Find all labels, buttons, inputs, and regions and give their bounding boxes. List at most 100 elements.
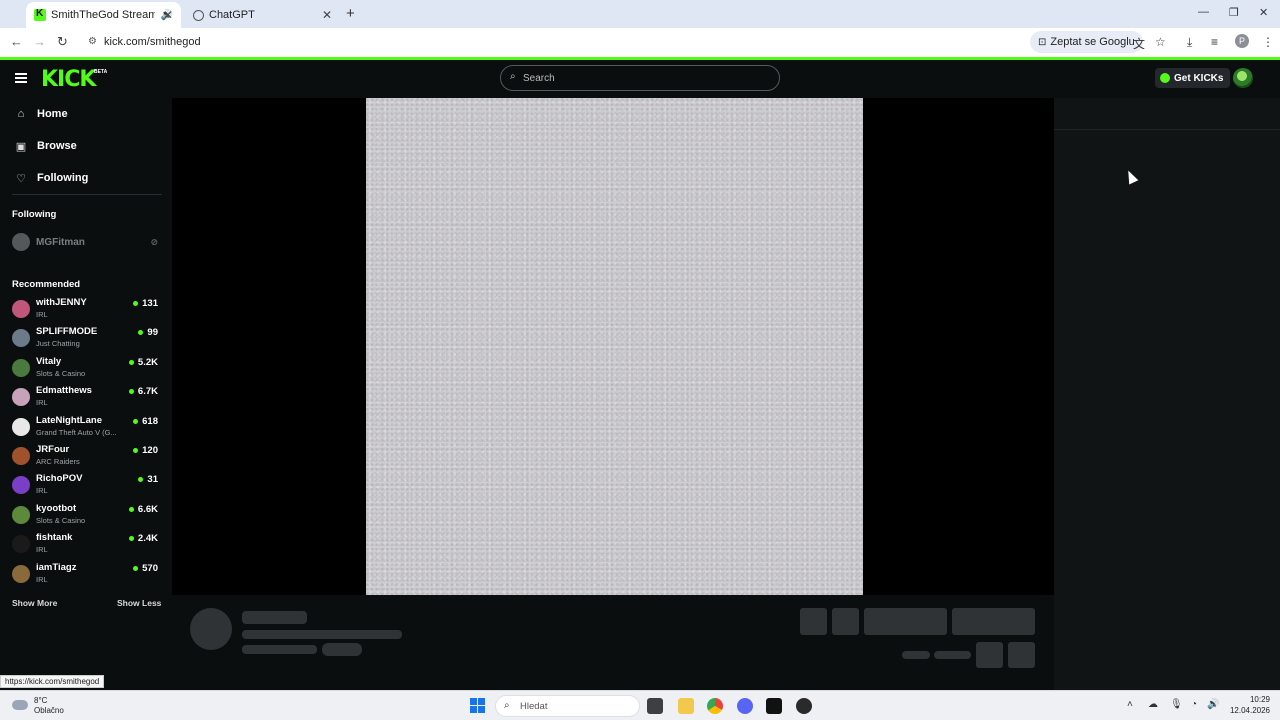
chat-header	[1054, 98, 1280, 130]
recommended-channel[interactable]: iamTiagz IRL 570	[12, 562, 160, 588]
ask-google-button[interactable]: ⊡ Zeptat se Googlu	[1030, 31, 1143, 53]
main-content	[170, 98, 1280, 690]
channel-category: Slots & Casino	[36, 368, 86, 378]
kicks-coin-icon	[1160, 73, 1170, 83]
kick-logo[interactable]: KICK	[41, 67, 96, 92]
status-url-tooltip: https://kick.com/smithegod	[0, 675, 105, 688]
live-dot-icon	[128, 359, 134, 365]
tab-kick-stream[interactable]: SmithTheGod Stream - Watc 🔊 ✕	[26, 2, 181, 28]
skeleton-button	[800, 608, 827, 635]
chrome-icon[interactable]	[707, 698, 723, 714]
forward-icon[interactable]: →	[33, 34, 46, 49]
recommended-channel[interactable]: Edmatthews IRL 6.7K	[12, 385, 160, 411]
channel-name: fishtank	[36, 532, 73, 544]
back-icon[interactable]: ←	[10, 34, 23, 49]
recommended-channel[interactable]: LateNightLane Grand Theft Auto V (G... 618	[12, 415, 160, 441]
followed-channel[interactable]: MGFitman ⊘	[12, 233, 162, 251]
sidebar-item-home[interactable]: ⌂ Home	[14, 104, 68, 124]
wifi-icon[interactable]: ◔	[1191, 699, 1197, 710]
close-tab-icon[interactable]: ✕	[163, 8, 173, 22]
channel-category: IRL	[36, 398, 48, 408]
recommended-channel[interactable]: JRFour ARC Raiders 120	[12, 444, 160, 470]
viewer-count: 131	[133, 298, 158, 309]
profile-avatar[interactable]: P	[1235, 34, 1249, 48]
channel-name: LateNightLane	[36, 414, 102, 426]
channel-name: JRFour	[36, 444, 70, 455]
channel-category: IRL	[36, 574, 48, 584]
viewer-count-value: 99	[147, 327, 158, 339]
media-control-icon[interactable]: ≡	[1211, 35, 1218, 49]
reload-icon[interactable]: ↻	[57, 34, 68, 50]
live-dot-icon	[133, 565, 139, 571]
taskbar-search[interactable]: ⌕ Hledat	[495, 695, 640, 717]
channel-name: iamTiagz	[36, 561, 77, 573]
task-view-icon[interactable]	[647, 698, 663, 714]
file-explorer-icon[interactable]	[678, 698, 694, 714]
get-kicks-button[interactable]: Get KICKs	[1155, 68, 1231, 88]
channel-category: IRL	[36, 310, 48, 319]
recommended-channel[interactable]: kyootbot Slots & Casino 6.6K	[12, 503, 160, 529]
video-frame[interactable]	[366, 98, 863, 595]
network-app-icon[interactable]: ☁	[1148, 699, 1158, 710]
site-info-icon[interactable]: ⚙	[88, 36, 97, 47]
kick-favicon-icon	[34, 8, 46, 21]
weather-desc: Oblačno	[34, 706, 64, 715]
hamburger-menu-icon[interactable]	[15, 73, 27, 83]
avatar	[12, 417, 30, 436]
avatar	[12, 447, 30, 465]
microphone-icon[interactable]: 🎙	[1170, 699, 1183, 710]
tab-chatgpt[interactable]: ChatGPT ✕	[185, 2, 340, 28]
live-dot-icon	[138, 330, 144, 336]
windows-start-icon[interactable]	[470, 698, 485, 713]
recommended-channel[interactable]: RichoPOV IRL 31	[12, 473, 160, 499]
clock-time: 10:29	[1249, 695, 1270, 704]
channel-category: IRL	[36, 486, 48, 496]
sidebar-item-following[interactable]: ♡ Following	[14, 168, 88, 188]
channel-name: MGFitman	[36, 236, 85, 248]
weather-widget[interactable]: 8°C Oblačno	[12, 696, 64, 716]
user-avatar[interactable]	[1233, 68, 1253, 88]
recommended-channel[interactable]: SPLIFFMODE Just Chatting 99	[12, 326, 160, 352]
cloud-icon	[12, 700, 28, 710]
maximize-icon[interactable]: ❐	[1229, 6, 1239, 19]
viewer-count-value: 6.7K	[137, 386, 158, 398]
menu-kebab-icon[interactable]: ⋮	[1262, 35, 1274, 49]
skeleton-line	[934, 651, 971, 659]
viewer-count-value: 570	[142, 562, 158, 574]
recommended-channel[interactable]: Vitaly Slots & Casino 5.2K	[12, 356, 160, 382]
channel-name: RichoPOV	[36, 473, 83, 485]
get-kicks-label: Get KICKs	[1174, 72, 1224, 84]
avatar	[12, 505, 30, 524]
show-more-button[interactable]: Show More	[12, 598, 57, 608]
avatar	[12, 535, 30, 554]
avatar	[12, 358, 30, 377]
home-icon: ⌂	[17, 108, 25, 120]
sidebar-item-browse[interactable]: ▣ Browse	[14, 136, 77, 156]
video-player[interactable]	[172, 98, 1054, 595]
download-icon[interactable]: ⤓	[1187, 35, 1192, 50]
search-bar[interactable]: ⌕	[500, 65, 780, 91]
minimize-icon[interactable]: —	[1198, 6, 1209, 18]
volume-icon[interactable]: 🔊	[1207, 699, 1219, 710]
close-window-icon[interactable]: ✕	[1259, 6, 1268, 19]
viewer-count-value: 120	[142, 445, 158, 456]
app-icon[interactable]	[766, 698, 782, 714]
app-icon[interactable]	[796, 698, 812, 714]
chevron-up-icon[interactable]: ˄	[1127, 699, 1133, 710]
live-dot-icon	[133, 301, 139, 306]
bookmark-star-icon[interactable]: ☆	[1155, 35, 1166, 49]
beta-badge: BETA	[94, 69, 108, 75]
live-dot-icon	[133, 418, 139, 424]
new-tab-icon[interactable]: +	[346, 5, 355, 22]
show-less-button[interactable]: Show Less	[117, 598, 161, 608]
system-clock[interactable]: 10:29 12.04.2026	[1226, 694, 1270, 716]
search-input[interactable]	[523, 70, 763, 86]
live-dot-icon	[128, 389, 134, 395]
recommended-channel[interactable]: fishtank IRL 2.4K	[12, 532, 160, 558]
discord-icon[interactable]	[737, 698, 753, 714]
close-tab-icon[interactable]: ✕	[322, 8, 332, 22]
translate-icon[interactable]: 文	[1133, 35, 1145, 52]
live-dot-icon	[128, 536, 134, 542]
recommended-channel[interactable]: withJENNY IRL 131	[12, 297, 160, 323]
address-bar[interactable]: ⚙ kick.com/smithegod	[80, 31, 1160, 54]
